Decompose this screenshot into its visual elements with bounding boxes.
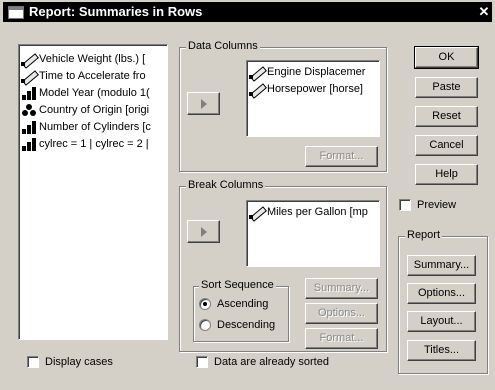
right-arrow-icon [201,227,207,237]
paste-button[interactable]: Paste [415,77,478,98]
descending-radio[interactable] [199,319,211,331]
break-format-button[interactable]: Format... [305,328,378,349]
ascending-radio[interactable] [199,298,211,310]
data-columns-label: Data Columns [186,40,260,53]
list-item[interactable]: cylrec = 1 | cylrec = 2 | [19,136,167,153]
cancel-button[interactable]: Cancel [415,135,478,156]
report-label: Report [405,229,443,242]
list-item[interactable]: Time to Accelerate fro [19,68,167,85]
display-cases-label: Display cases [45,356,113,368]
bars-icon [22,121,36,134]
data-sorted-label: Data are already sorted [214,356,329,368]
break-options-button[interactable]: Options... [305,303,378,324]
list-item[interactable]: Horsepower [horse] [247,81,379,98]
data-column-label: Horsepower [horse] [267,83,363,95]
bars-icon [22,138,36,151]
pencil-icon [21,70,36,83]
preview-label: Preview [417,199,457,211]
pencil-icon [249,66,264,79]
window-title: Report: Summaries in Rows [29,4,203,19]
help-button[interactable]: Help [415,164,478,185]
break-column-label: Miles per Gallon [mp [267,206,368,218]
balls-icon [22,104,36,117]
ok-button[interactable]: OK [414,46,479,69]
close-icon[interactable]: ✕ [477,4,491,19]
break-columns-label: Break Columns [186,179,266,192]
break-summary-button[interactable]: Summary... [305,278,378,299]
sort-sequence-label: Sort Sequence [199,279,276,292]
list-item[interactable]: Model Year (modulo 1( [19,85,167,102]
report-layout-button[interactable]: Layout... [407,311,476,332]
sort-sequence-group [193,286,289,342]
move-to-break-columns-button[interactable] [187,220,220,243]
list-item[interactable]: Miles per Gallon [mp [247,204,379,221]
descending-label: Descending [217,319,276,331]
bars-icon [22,87,36,100]
break-columns-list[interactable]: Miles per Gallon [mp [246,200,380,267]
data-format-button[interactable]: Format... [305,146,378,167]
report-dialog: Report: Summaries in Rows ✕ Vehicle Weig… [0,0,495,390]
variable-label: cylrec = 1 | cylrec = 2 | [39,138,149,150]
preview-checkbox[interactable] [399,199,411,211]
data-column-label: Engine Displacemer [267,66,366,78]
variable-label: Vehicle Weight (lbs.) [ [39,53,146,65]
data-columns-list[interactable]: Engine Displacemer Horsepower [horse] [246,60,380,137]
list-item[interactable]: Vehicle Weight (lbs.) [ [19,51,167,68]
pencil-icon [21,53,36,66]
data-sorted-checkbox[interactable] [196,356,208,368]
report-options-button[interactable]: Options... [407,283,476,304]
title-bar: Report: Summaries in Rows ✕ [3,2,492,22]
variable-label: Country of Origin [origi [39,104,150,116]
variable-label: Number of Cylinders [c [39,121,151,133]
window-icon [8,6,24,19]
display-cases-checkbox[interactable] [27,356,39,368]
report-titles-button[interactable]: Titles... [407,340,476,361]
variable-list[interactable]: Vehicle Weight (lbs.) [ Time to Accelera… [18,44,168,340]
pencil-icon [249,83,264,96]
pencil-icon [249,206,264,219]
variable-label: Model Year (modulo 1( [39,87,150,99]
ascending-label: Ascending [217,298,269,310]
list-item[interactable]: Country of Origin [origi [19,102,167,119]
right-arrow-icon [201,99,207,109]
list-item[interactable]: Number of Cylinders [c [19,119,167,136]
reset-button[interactable]: Reset [415,106,478,127]
report-summary-button[interactable]: Summary... [407,255,476,276]
variable-label: Time to Accelerate fro [39,70,146,82]
list-item[interactable]: Engine Displacemer [247,64,379,81]
move-to-data-columns-button[interactable] [187,92,220,115]
